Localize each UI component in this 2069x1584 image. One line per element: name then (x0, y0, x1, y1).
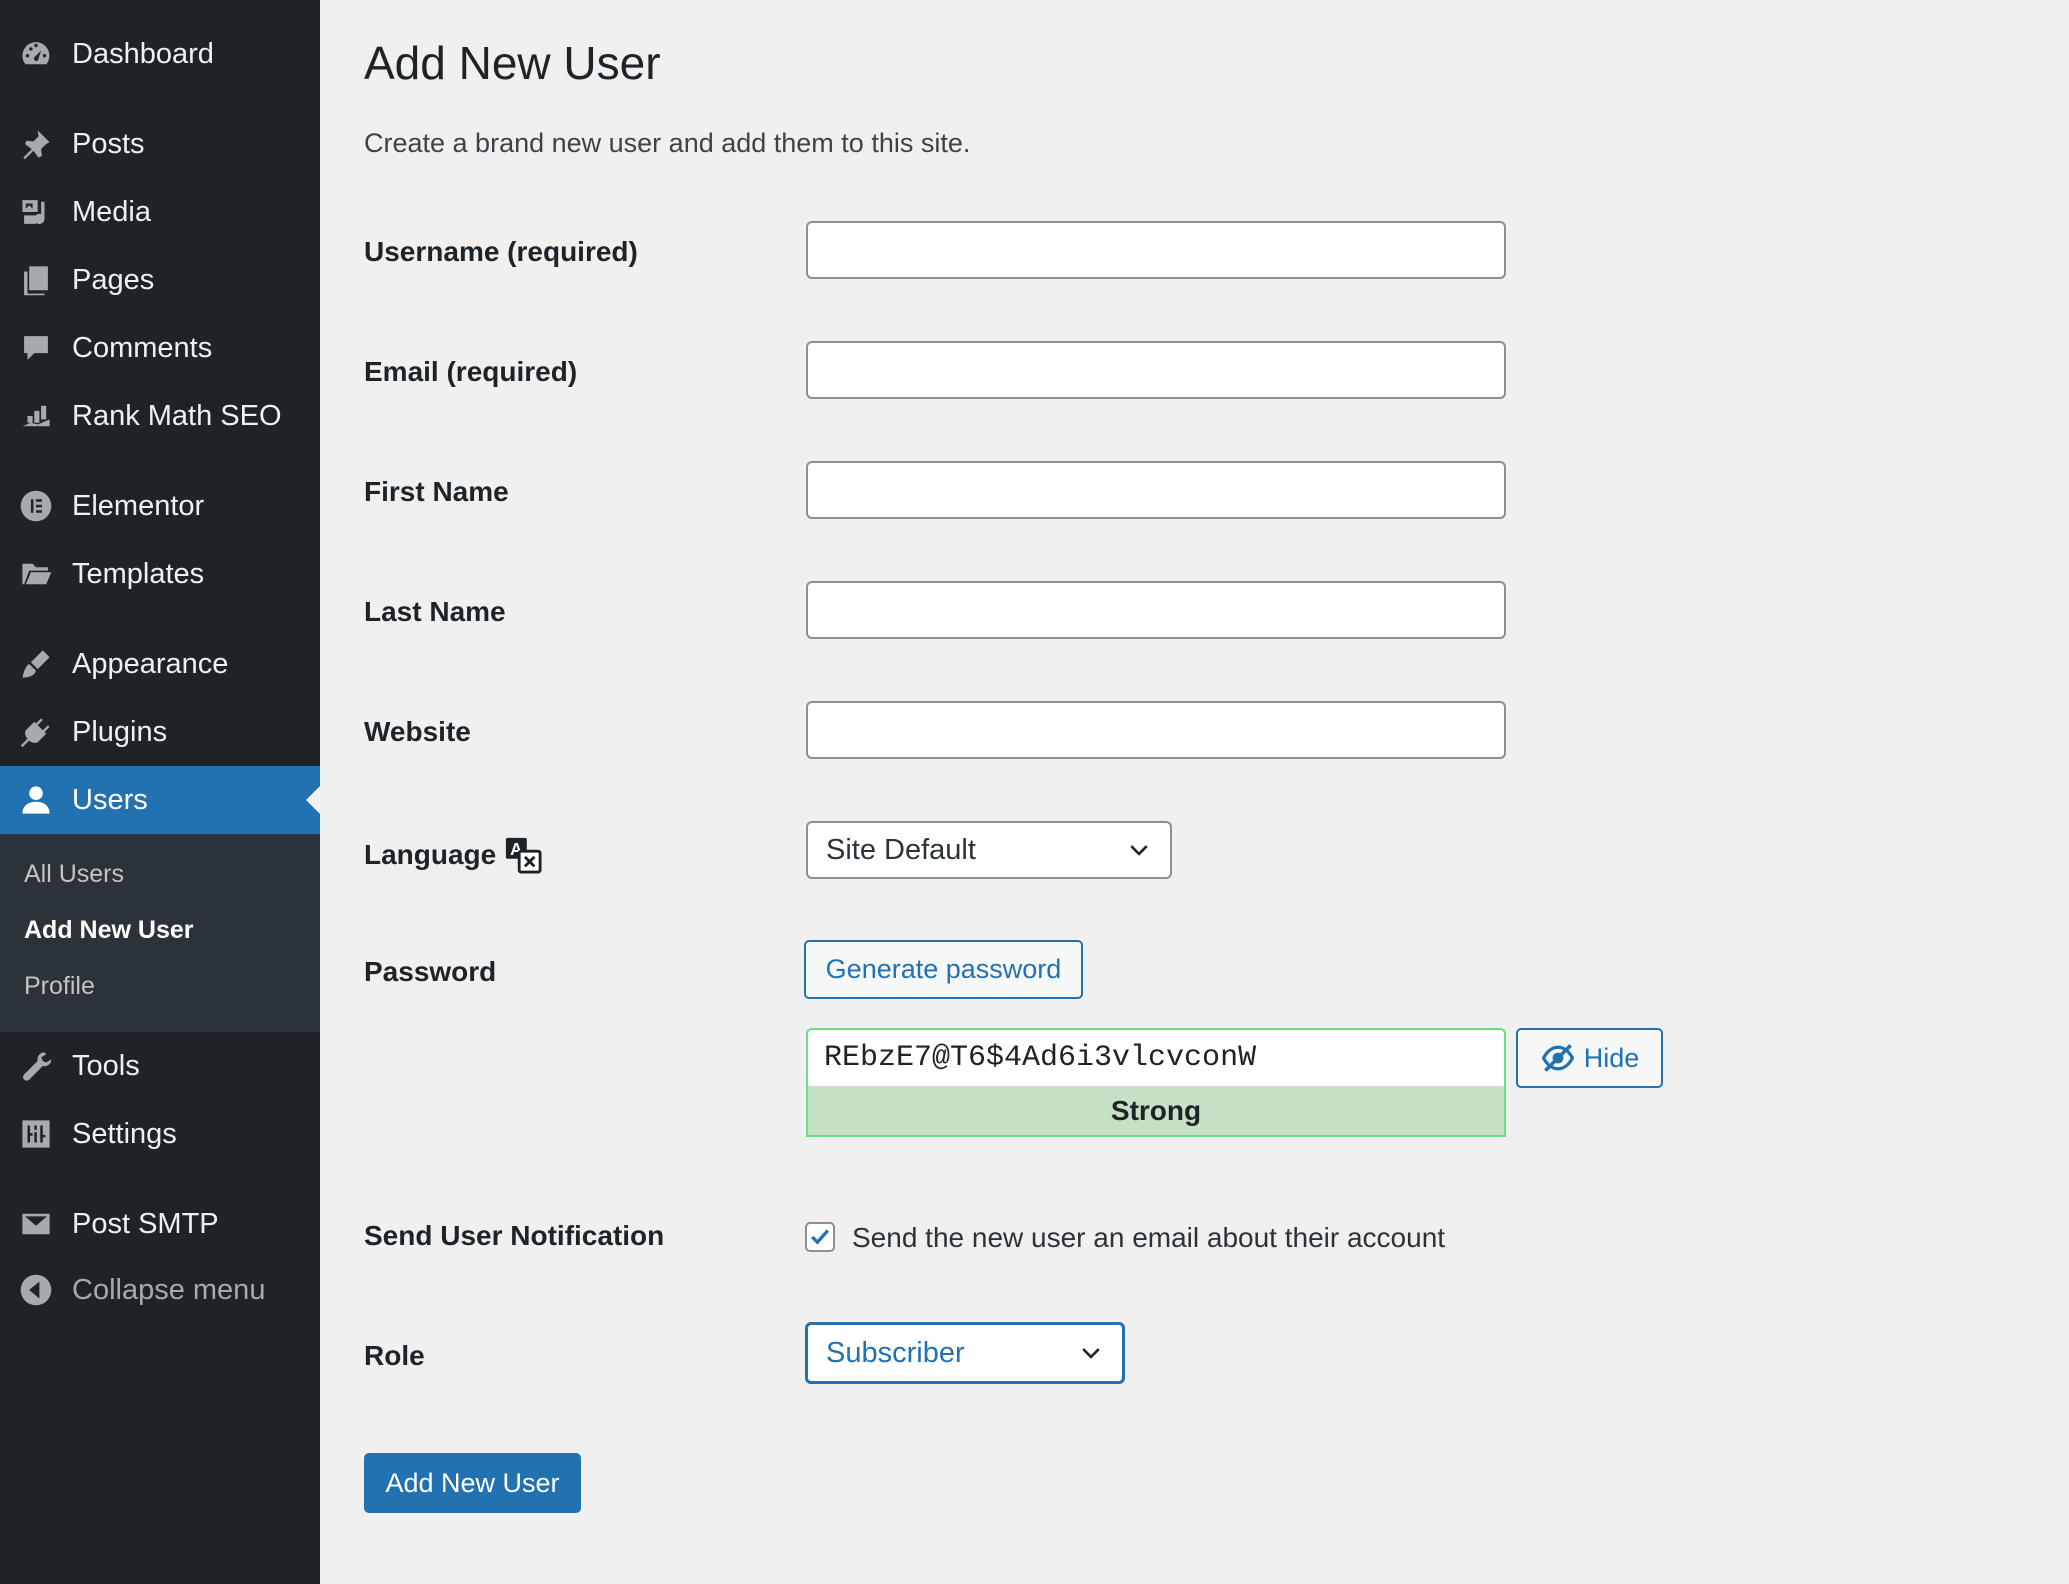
dashboard-icon (18, 36, 54, 72)
chevron-down-icon (1130, 845, 1148, 856)
role-select-value: Subscriber (826, 1336, 965, 1369)
hide-password-button[interactable]: Hide (1516, 1028, 1663, 1088)
sidebar-item-media[interactable]: Media (0, 178, 320, 246)
folder-icon (18, 556, 54, 592)
password-strength-label: Strong (1110, 1094, 1202, 1126)
sidebar-item-elementor[interactable]: Elementor (0, 472, 320, 540)
sidebar-item-post-smtp[interactable]: Post SMTP (0, 1190, 320, 1258)
wrench-icon (18, 1048, 54, 1084)
sidebar-item-label: Appearance (72, 647, 229, 680)
generate-password-button[interactable]: Generate password (804, 940, 1083, 999)
role-label: Role (364, 1340, 425, 1371)
website-field[interactable] (806, 701, 1506, 759)
sidebar-item-pages[interactable]: Pages (0, 246, 320, 314)
sidebar-item-label: Posts (72, 127, 145, 160)
language-select[interactable]: Site Default (806, 821, 1172, 879)
password-label: Password (364, 956, 497, 987)
password-field[interactable]: REbzE7@T6$4Ad6i3vlcvconW (806, 1028, 1506, 1086)
sidebar-item-label: Post SMTP (72, 1207, 219, 1240)
sidebar-item-label: Comments (72, 331, 213, 364)
comment-icon (18, 330, 54, 366)
settings-icon (18, 1116, 54, 1152)
media-icon (18, 194, 54, 230)
sidebar-item-label: Plugins (72, 715, 168, 748)
sidebar-item-label: Media (72, 195, 151, 228)
pushpin-icon (18, 126, 54, 162)
send-notification-checkbox[interactable] (805, 1222, 835, 1252)
envelope-icon (18, 1206, 54, 1242)
language-label: Language (364, 839, 497, 870)
email-field[interactable] (806, 341, 1506, 399)
chart-icon (18, 398, 54, 434)
notification-label: Send User Notification (364, 1220, 665, 1251)
checkmark-icon (811, 1229, 830, 1245)
sidebar-item-dashboard[interactable]: Dashboard (0, 20, 320, 88)
sidebar-item-comments[interactable]: Comments (0, 314, 320, 382)
first-name-label: First Name (364, 476, 509, 507)
language-select-value: Site Default (826, 833, 976, 866)
sidebar-item-rank-math-seo[interactable]: Rank Math SEO (0, 382, 320, 450)
username-label: Username (required) (364, 236, 638, 267)
role-select[interactable]: Subscriber (805, 1322, 1125, 1384)
chevron-down-icon (1082, 1348, 1100, 1359)
eye-slash-icon (1540, 1040, 1576, 1076)
last-name-field[interactable] (806, 581, 1506, 639)
sidebar-item-plugins[interactable]: Plugins (0, 698, 320, 766)
sidebar-item-label: Collapse menu (72, 1273, 266, 1306)
sidebar-item-posts[interactable]: Posts (0, 110, 320, 178)
language-label-row: Language A (364, 836, 542, 874)
sidebar-item-label: Users (72, 783, 148, 816)
last-name-label: Last Name (364, 596, 506, 627)
sidebar-item-label: Pages (72, 263, 155, 296)
pages-icon (18, 262, 54, 298)
email-label: Email (required) (364, 356, 578, 387)
hide-label: Hide (1583, 1042, 1640, 1073)
page-description: Create a brand new user and add them to … (364, 128, 971, 158)
sidebar-item-tools[interactable]: Tools (0, 1032, 320, 1100)
username-field[interactable] (806, 221, 1506, 279)
page-title: Add New User (364, 37, 661, 89)
sidebar-item-label: Dashboard (72, 37, 214, 70)
sidebar-item-settings[interactable]: Settings (0, 1100, 320, 1168)
user-icon (18, 782, 54, 818)
password-strength-meter: Strong (806, 1086, 1506, 1137)
submenu-all-users[interactable]: All Users (24, 860, 124, 889)
add-new-user-button[interactable]: Add New User (364, 1453, 581, 1513)
password-value: REbzE7@T6$4Ad6i3vlcvconW (824, 1041, 1257, 1075)
collapse-menu-button[interactable]: Collapse menu (0, 1256, 320, 1324)
send-notification-text: Send the new user an email about their a… (852, 1222, 1446, 1253)
translation-icon: A (504, 836, 542, 874)
sidebar-item-appearance[interactable]: Appearance (0, 630, 320, 698)
collapse-icon (18, 1272, 54, 1308)
sidebar-item-templates[interactable]: Templates (0, 540, 320, 608)
elementor-icon (18, 488, 54, 524)
first-name-field[interactable] (806, 461, 1506, 519)
sidebar-item-label: Rank Math SEO (72, 399, 282, 432)
sidebar-item-label: Templates (72, 557, 205, 590)
paintbrush-icon (18, 646, 54, 682)
admin-sidebar: Dashboard Posts Media Pages Comments Ran… (0, 0, 320, 1584)
submenu-profile[interactable]: Profile (24, 972, 95, 1001)
sidebar-item-label: Settings (72, 1117, 177, 1150)
sidebar-item-label: Elementor (72, 489, 205, 522)
submenu-add-new-user[interactable]: Add New User (24, 916, 193, 945)
website-label: Website (364, 716, 471, 747)
sidebar-item-users[interactable]: Users (0, 766, 320, 834)
sidebar-item-label: Tools (72, 1049, 140, 1082)
plug-icon (18, 714, 54, 750)
users-submenu: All Users Add New User Profile (0, 834, 320, 1032)
